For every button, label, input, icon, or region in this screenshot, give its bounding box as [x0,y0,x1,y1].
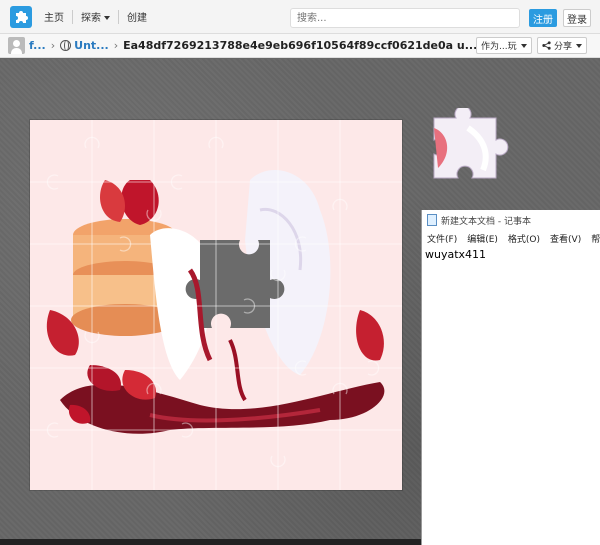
notepad-icon [427,214,437,226]
play-as-button[interactable]: 作为...玩 [476,37,532,54]
register-button[interactable]: 注册 [529,9,557,27]
notepad-title: 新建文本文档 - 记事本 [441,216,531,227]
puzzle-image [30,120,402,490]
menu-edit[interactable]: 编辑(E) [462,232,503,245]
breadcrumb-hash: Ea48df7269213788e4e9eb696f10564f89ccf062… [123,39,478,52]
menu-format[interactable]: 格式(O) [503,232,545,245]
share-icon [542,41,551,50]
menu-help[interactable]: 帮助(H) [586,232,600,245]
chevron-down-icon [104,16,110,20]
breadcrumb-owner[interactable]: f... [29,39,46,52]
menu-view[interactable]: 查看(V) [545,232,586,245]
top-navbar: 主页 探索 创建 注册 登录 [0,0,600,34]
search-input[interactable] [290,8,520,28]
breadcrumb-title[interactable]: Unt... [74,39,109,52]
nav-create[interactable]: 创建 [119,9,155,24]
share-label: 分享 [554,42,573,52]
avatar[interactable] [8,37,25,54]
breadcrumb: f... › Unt... › Ea48df7269213788e4e9eb69… [0,34,600,58]
chevron-right-icon: › [50,39,56,52]
share-button[interactable]: 分享 [537,37,588,54]
notepad-text-area[interactable]: wuyatx411 [422,246,600,263]
loose-puzzle-piece[interactable] [428,105,510,184]
puzzle-board[interactable] [30,120,402,490]
taskbar-edge [0,539,421,545]
chevron-right-icon: › [113,39,119,52]
notepad-titlebar[interactable]: 新建文本文档 - 记事本 [422,210,600,230]
login-button[interactable]: 登录 [563,9,591,27]
puzzle-icon[interactable] [10,5,32,28]
chevron-down-icon [576,43,583,48]
nav-explore[interactable]: 探索 [73,9,118,24]
nav-explore-label: 探索 [81,13,101,24]
nav-home[interactable]: 主页 [36,9,72,24]
play-as-label: 作为...玩 [481,42,517,52]
chevron-down-icon [520,43,527,48]
notepad-window[interactable]: 新建文本文档 - 记事本 文件(F) 编辑(E) 格式(O) 查看(V) 帮助(… [421,210,600,545]
menu-file[interactable]: 文件(F) [422,232,462,245]
notepad-menubar: 文件(F) 编辑(E) 格式(O) 查看(V) 帮助(H) [422,230,600,246]
globe-icon [60,40,72,51]
